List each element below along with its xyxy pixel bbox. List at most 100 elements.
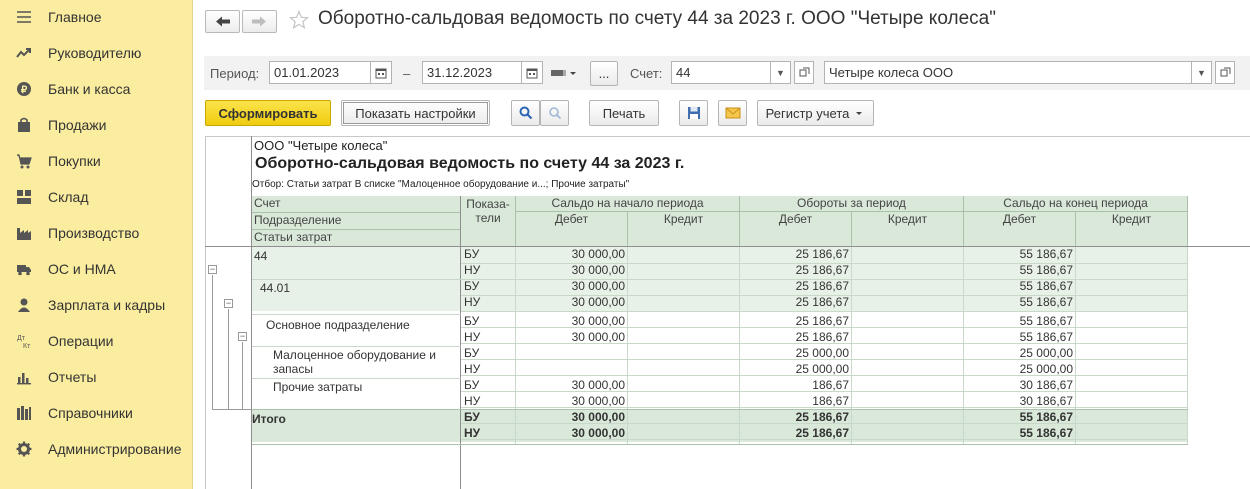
- factory-icon: [17, 228, 31, 240]
- organization-dropdown-button[interactable]: ▼: [1191, 61, 1212, 84]
- closing-debit-cell: 55 186,67: [964, 279, 1076, 295]
- period-dash: –: [403, 66, 411, 81]
- sidebar-item-label: Производство: [48, 225, 140, 241]
- grid-horizontal-line: [252, 378, 461, 379]
- grid-horizontal-line: [461, 295, 1188, 296]
- svg-text:Кт: Кт: [23, 343, 31, 349]
- grid-horizontal-line: [461, 263, 1188, 264]
- closing-credit-cell: [1076, 263, 1188, 279]
- period-select-button[interactable]: ...: [590, 61, 618, 86]
- favorite-star-icon[interactable]: [289, 10, 309, 30]
- gear-icon: [16, 441, 32, 457]
- header-credit: Кредит: [628, 212, 740, 247]
- arrow-right-icon: [252, 16, 266, 27]
- header-credit: Кредит: [1076, 212, 1188, 247]
- search-reset-button[interactable]: [540, 100, 569, 126]
- grid-horizontal-line: [252, 279, 461, 280]
- forward-button[interactable]: [242, 10, 277, 33]
- sidebar-item-2[interactable]: ₽ Банк и касса: [0, 75, 193, 103]
- accounting-register-dropdown[interactable]: Регистр учета: [757, 100, 874, 126]
- sidebar-item-8[interactable]: Зарплата и кадры: [0, 291, 193, 319]
- sidebar-item-1[interactable]: Руководителю: [0, 39, 193, 67]
- turnover-debit-cell: 25 186,67: [740, 263, 852, 279]
- search-button[interactable]: [511, 100, 540, 126]
- collapse-toggle-icon[interactable]: −: [238, 332, 247, 341]
- row-name: Основное подразделение: [252, 314, 460, 346]
- send-email-button[interactable]: [718, 100, 747, 126]
- sidebar-item-4[interactable]: Покупки: [0, 147, 193, 175]
- generate-button[interactable]: Сформировать: [205, 100, 331, 126]
- account-open-button[interactable]: [794, 61, 814, 84]
- organization-field[interactable]: Четыре колеса ООО: [824, 61, 1192, 84]
- closing-debit-cell: 55 186,67: [964, 263, 1076, 279]
- tree-guide-line: [228, 309, 229, 410]
- collapse-toggle-icon[interactable]: −: [208, 265, 217, 274]
- tree-guide-line: [212, 409, 252, 410]
- sidebar-item-7[interactable]: ОС и НМА: [0, 255, 193, 283]
- opening-debit-cell: 30 000,00: [516, 263, 628, 279]
- opening-debit-cell: 30 000,00: [516, 295, 628, 311]
- turnover-credit-cell: [852, 295, 964, 311]
- grid-vertical-line: [963, 247, 964, 445]
- closing-debit-cell: 55 186,67: [964, 295, 1076, 311]
- sidebar-item-10[interactable]: Отчеты: [0, 363, 193, 391]
- date-from-field[interactable]: 01.01.2023: [269, 61, 371, 84]
- report-title: Оборотно-сальдовая ведомость по счету 44…: [255, 155, 685, 172]
- grid-horizontal-line: [461, 407, 1188, 408]
- calendar-icon: [526, 68, 538, 78]
- show-settings-button[interactable]: Показать настройки: [341, 100, 490, 126]
- svg-text:₽: ₽: [21, 85, 28, 96]
- floppy-disk-icon: [687, 107, 700, 119]
- grid-horizontal-line: [461, 279, 1188, 280]
- sidebar-item-9[interactable]: Дт Кт Операции: [0, 327, 193, 355]
- turnover-credit-cell: [852, 263, 964, 279]
- period-variant-dropdown[interactable]: [551, 66, 579, 80]
- turnover-debit-cell: 25 186,67: [740, 247, 852, 263]
- sidebar: Главное Руководителю ₽ Банк и касса Продажи П…: [0, 0, 193, 489]
- sidebar-item-label: Банк и касса: [48, 81, 131, 97]
- grid-horizontal-line: [461, 391, 1188, 392]
- report-org: ООО "Четыре колеса": [254, 138, 388, 153]
- organization-open-button[interactable]: [1215, 61, 1235, 84]
- grid-horizontal-line: [252, 346, 461, 347]
- header-account: Счет: [252, 196, 461, 213]
- dt-kt-icon: ДтКт: [17, 335, 31, 349]
- search-reset-icon: [548, 107, 561, 120]
- opening-credit-cell: [628, 247, 740, 263]
- sidebar-item-label: Руководителю: [48, 45, 142, 61]
- sidebar-item-6[interactable]: Производство: [0, 219, 193, 247]
- person-icon: [18, 298, 30, 312]
- account-dropdown-button[interactable]: ▼: [770, 61, 791, 84]
- opening-credit-cell: [628, 295, 740, 311]
- print-button[interactable]: Печать: [589, 100, 659, 126]
- header-closing-balance: Сальдо на конец периода: [964, 196, 1188, 212]
- date-to-field[interactable]: 31.12.2023: [422, 61, 522, 84]
- sidebar-item-5[interactable]: Склад: [0, 183, 193, 211]
- calendar-icon: [375, 68, 387, 78]
- closing-credit-cell: [1076, 295, 1188, 311]
- back-button[interactable]: [205, 10, 240, 33]
- trend-icon: [16, 48, 31, 58]
- sidebar-item-3[interactable]: Продажи: [0, 111, 193, 139]
- closing-credit-cell: [1076, 247, 1188, 263]
- sidebar-item-label: Администрирование: [48, 441, 182, 457]
- sidebar-item-0[interactable]: Главное: [0, 3, 193, 31]
- open-window-icon: [799, 67, 809, 77]
- bar-chart-icon: [17, 373, 31, 385]
- sidebar-item-label: Отчеты: [48, 369, 97, 385]
- calendar-to-button[interactable]: [521, 61, 543, 84]
- accounting-register-label: Регистр учета: [765, 105, 850, 121]
- sidebar-item-label: Склад: [48, 189, 89, 205]
- sidebar-item-label: Зарплата и кадры: [48, 297, 166, 313]
- save-button[interactable]: [679, 100, 708, 126]
- sidebar-item-11[interactable]: Справочники: [0, 399, 193, 427]
- tree-guide-line: [212, 275, 213, 410]
- indicator-cell: БУ: [461, 247, 516, 263]
- calendar-from-button[interactable]: [370, 61, 392, 84]
- header-debit: Дебет: [964, 212, 1076, 247]
- row-name: Малоценное оборудование и запасы: [252, 346, 460, 378]
- indicator-cell: НУ: [461, 263, 516, 279]
- collapse-toggle-icon[interactable]: −: [224, 299, 233, 308]
- account-field[interactable]: 44: [671, 61, 771, 84]
- sidebar-item-12[interactable]: Администрирование: [0, 435, 193, 463]
